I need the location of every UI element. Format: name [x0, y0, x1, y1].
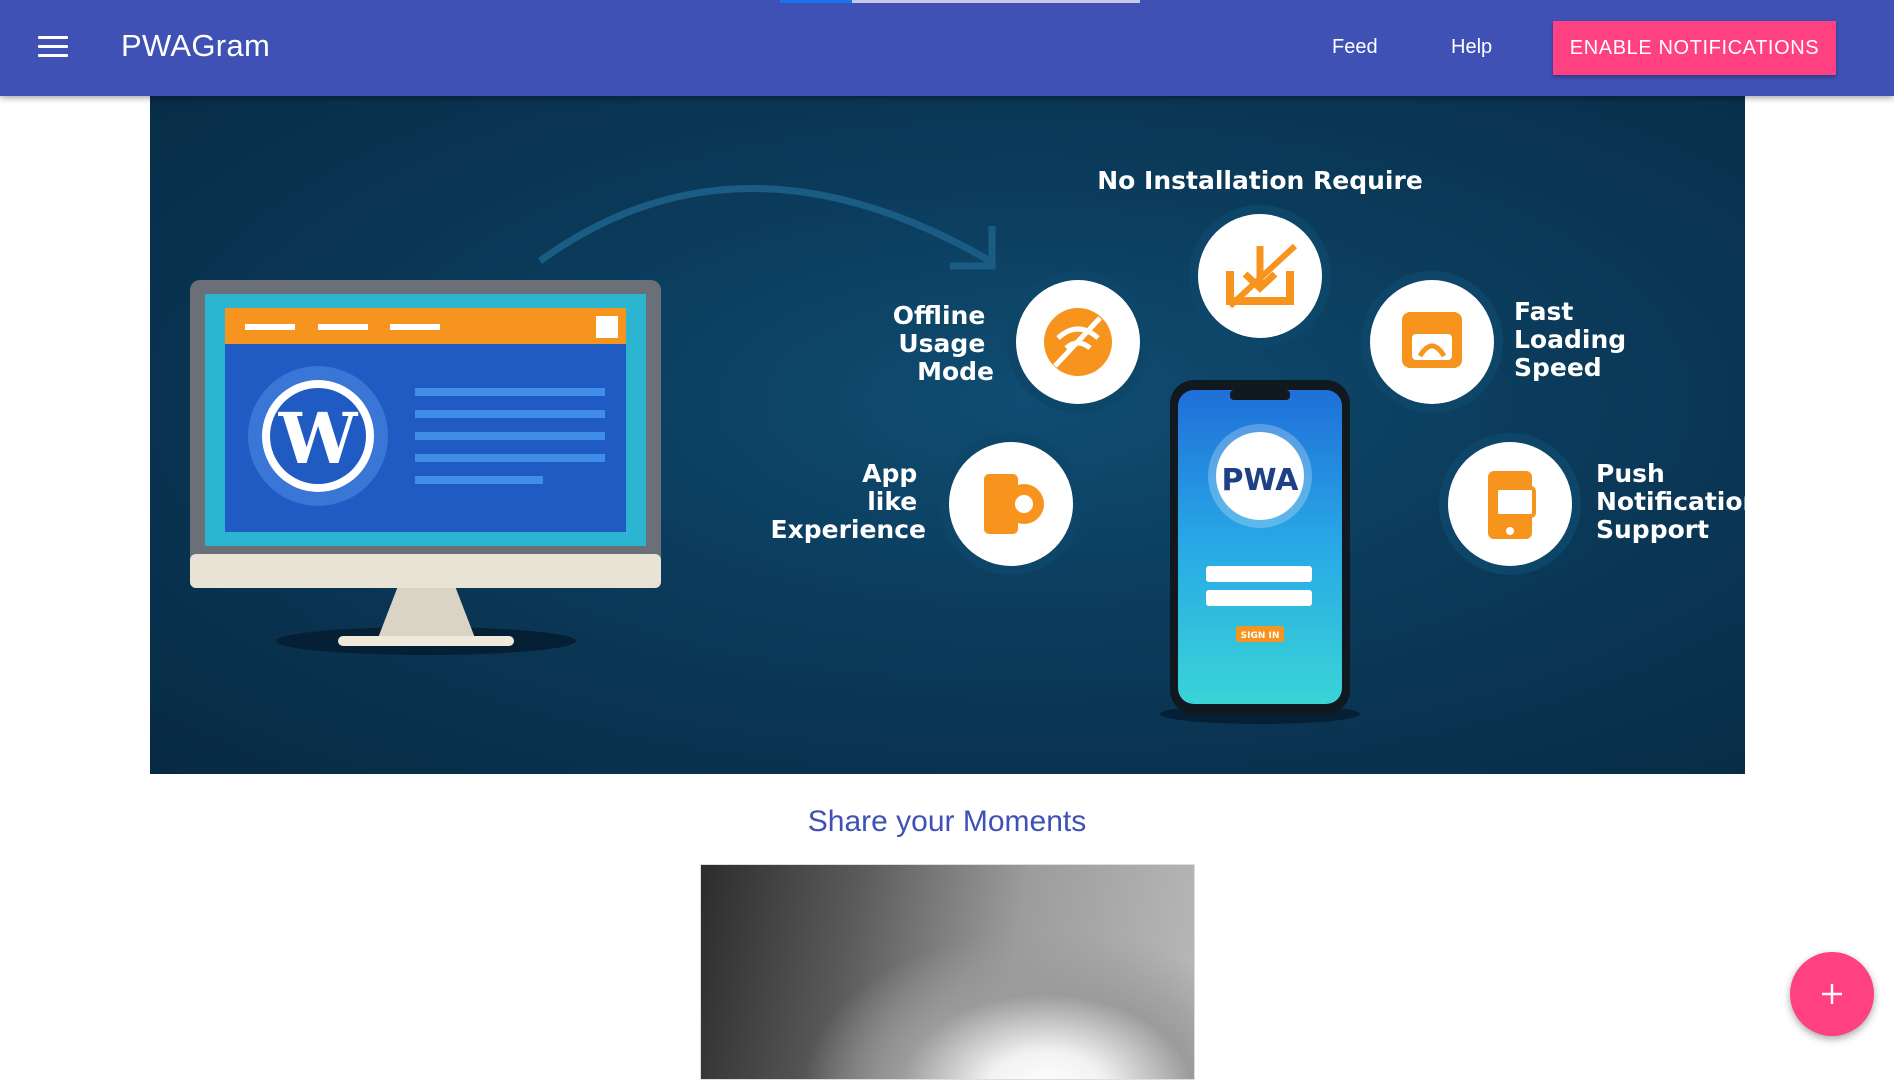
menu-icon[interactable]: [38, 36, 68, 58]
hero-illustration: W No Installation Require Offline Usage …: [190, 166, 1745, 724]
add-post-button[interactable]: [1790, 952, 1874, 1036]
smartphone: [1160, 380, 1360, 724]
loading-progress-fill: [780, 0, 852, 3]
camera-preview: [700, 864, 1195, 1080]
phone-logo: PWA: [1222, 463, 1300, 498]
label-app-like: App like Experience: [771, 459, 926, 544]
plus-icon: [1822, 984, 1842, 1004]
phone-sign-in: SIGN IN: [1241, 631, 1280, 641]
app-bar: PWAGram Feed Help ENABLE NOTIFICATIONS: [0, 0, 1894, 96]
app-title: PWAGram: [121, 28, 271, 63]
section-title: Share your Moments: [807, 805, 1087, 838]
label-push-notification: Push Notification Support: [1596, 459, 1745, 544]
desktop-monitor: W: [190, 280, 661, 655]
nav-link-feed[interactable]: Feed: [1332, 36, 1378, 59]
feature-app-like: [940, 433, 1082, 575]
loading-progress: [780, 0, 1140, 3]
label-no-install: No Installation Require: [1097, 166, 1423, 195]
feature-no-install: [1189, 205, 1331, 347]
feature-offline: [1007, 271, 1149, 413]
feature-push-notification: [1439, 433, 1581, 575]
nav-link-help[interactable]: Help: [1451, 36, 1492, 59]
arrow-curve: [537, 185, 992, 265]
svg-text:W: W: [278, 397, 359, 480]
enable-notifications-button[interactable]: ENABLE NOTIFICATIONS: [1553, 21, 1836, 75]
label-fast-loading: Fast Loading Speed: [1514, 297, 1635, 382]
label-offline: Offline Usage Mode: [893, 301, 994, 386]
hero-banner: W No Installation Require Offline Usage …: [150, 96, 1745, 774]
feature-fast-loading: [1361, 271, 1503, 413]
